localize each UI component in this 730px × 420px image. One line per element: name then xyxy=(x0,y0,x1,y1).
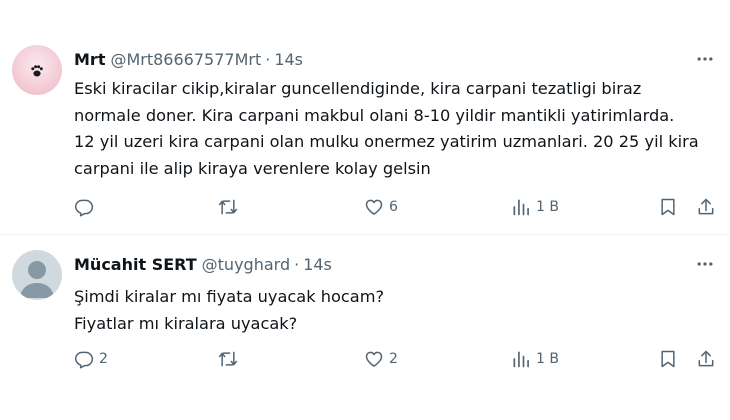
paw-print-icon xyxy=(31,65,43,77)
more-icon xyxy=(697,57,713,61)
author-handle[interactable]: @tuyghard xyxy=(202,255,290,274)
action-bar: 2 2 1 B xyxy=(0,345,730,373)
views-button[interactable]: 1 B xyxy=(511,345,559,373)
tweet-text-line: Eski kiracilar cikip,kiralar guncellendi… xyxy=(74,79,642,98)
tweet-text-line: Şimdi kiralar mı fiyata uyacak hocam? xyxy=(74,287,385,306)
views-icon xyxy=(513,199,529,216)
heart-icon xyxy=(365,351,383,367)
tweet[interactable]: Mrt @Mrt86667577Mrt · 14s Eski kiracilar… xyxy=(0,0,730,235)
like-count: 2 xyxy=(389,351,398,367)
more-options-button[interactable] xyxy=(692,46,718,72)
share-button[interactable] xyxy=(696,193,716,221)
separator: · xyxy=(265,49,271,69)
retweet-icon xyxy=(218,351,238,367)
avatar[interactable] xyxy=(12,45,62,95)
author-name[interactable]: Mrt xyxy=(74,50,105,69)
action-bar: 6 1 B xyxy=(0,193,730,221)
bookmark-icon xyxy=(661,350,675,368)
like-button[interactable]: 2 xyxy=(364,345,398,373)
share-button[interactable] xyxy=(696,345,716,373)
timestamp[interactable]: 14s xyxy=(303,255,332,274)
reply-count: 2 xyxy=(99,351,108,367)
more-icon xyxy=(697,262,713,266)
reply-icon xyxy=(74,199,94,217)
tweet-text-line: carpani ile alip kiraya verenlere kolay … xyxy=(74,158,431,178)
heart-icon xyxy=(365,199,383,215)
tweet-text-line: normale doner. Kira carpani makbul olani… xyxy=(74,105,675,125)
like-button[interactable]: 6 xyxy=(364,193,398,221)
reply-icon xyxy=(74,351,94,369)
retweet-icon xyxy=(218,199,238,215)
bookmark-icon xyxy=(661,198,675,216)
retweet-button[interactable] xyxy=(218,345,243,373)
tweet-header: Mrt @Mrt86667577Mrt · 14s xyxy=(74,48,303,70)
retweet-button[interactable] xyxy=(218,193,243,221)
bookmark-button[interactable] xyxy=(658,193,678,221)
share-icon xyxy=(698,350,714,367)
reply-button[interactable]: 2 xyxy=(74,345,108,373)
timestamp[interactable]: 14s xyxy=(274,50,303,69)
view-count: 1 B xyxy=(536,199,559,215)
tweet-text-line: 12 yil uzeri kira carpani olan mulku one… xyxy=(74,132,699,151)
separator: · xyxy=(294,254,300,274)
author-handle[interactable]: @Mrt86667577Mrt xyxy=(110,50,261,69)
tweet[interactable]: Mücahit SERT @tuyghard · 14s Şimdi kiral… xyxy=(0,235,730,420)
tweet-header: Mücahit SERT @tuyghard · 14s xyxy=(74,253,332,275)
tweet-text: Şimdi kiralar mı fiyata uyacak hocam? Fi… xyxy=(74,284,719,337)
tweet-text: Eski kiracilar cikip,kiralar guncellendi… xyxy=(74,76,719,182)
reply-button[interactable] xyxy=(74,193,99,221)
avatar[interactable] xyxy=(12,250,62,300)
share-icon xyxy=(698,198,714,215)
view-count: 1 B xyxy=(536,351,559,367)
views-icon xyxy=(513,351,529,368)
like-count: 6 xyxy=(389,199,398,215)
default-avatar-icon xyxy=(20,261,54,298)
more-options-button[interactable] xyxy=(692,251,718,277)
tweet-text-line: Fiyatlar mı kiralara uyacak? xyxy=(74,313,298,333)
bookmark-button[interactable] xyxy=(658,345,678,373)
views-button[interactable]: 1 B xyxy=(511,193,559,221)
author-name[interactable]: Mücahit SERT xyxy=(74,255,197,274)
